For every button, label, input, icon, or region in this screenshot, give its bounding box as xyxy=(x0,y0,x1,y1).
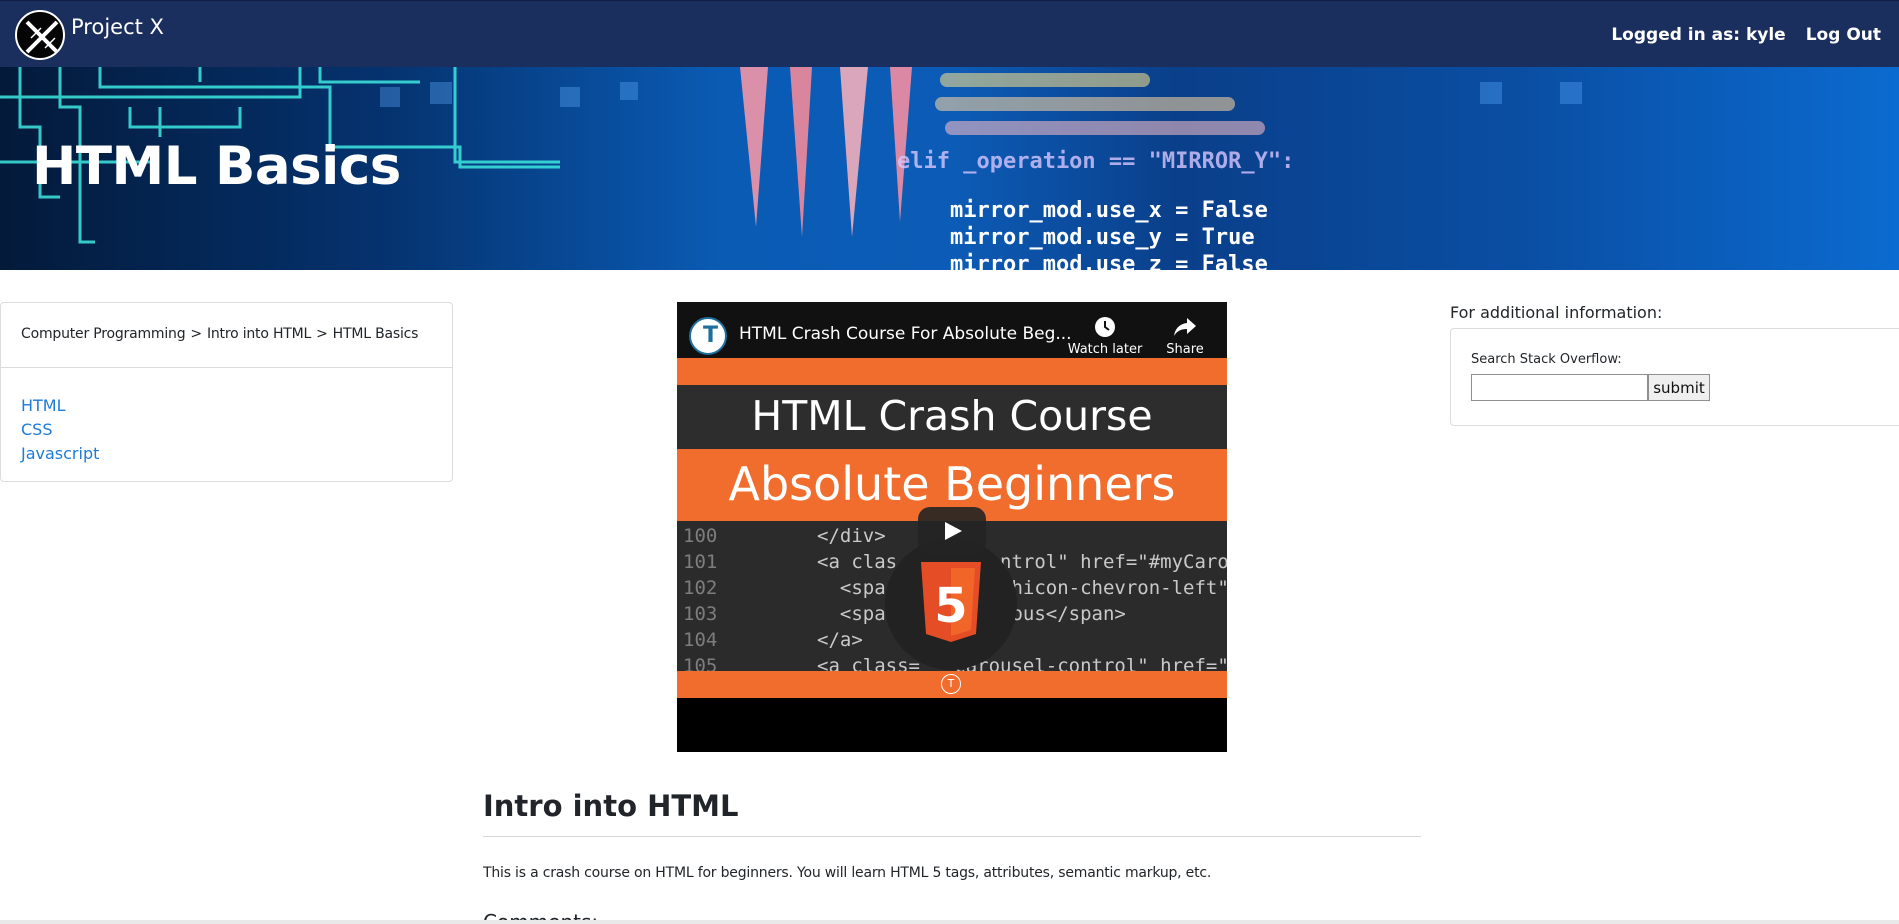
clock-icon xyxy=(1095,317,1115,337)
watch-later-button[interactable]: Watch later xyxy=(1065,316,1145,357)
additional-info-label: For additional information: xyxy=(1450,303,1663,322)
video-player[interactable]: T HTML Crash Course For Absolute Beg... … xyxy=(677,302,1227,752)
thumbnail-band xyxy=(677,358,1227,385)
hero-code-line-3: mirror_mod.use_y = True xyxy=(950,225,1255,250)
stack-overflow-search-input[interactable] xyxy=(1471,374,1648,401)
html5-label: 5 xyxy=(934,578,967,634)
hero-code-line-4: mirror_mod.use_z = False xyxy=(950,252,1268,270)
thumbnail-title-line-2: Absolute Beginners xyxy=(728,457,1176,511)
hero-banner: elif _operation == "MIRROR_Y": mirror_mo… xyxy=(0,67,1899,270)
code-line-numbers: 100 101 102 103 104 105 xyxy=(683,525,718,677)
html5-shield-icon: 5 xyxy=(921,562,981,642)
share-icon xyxy=(1174,318,1196,336)
breadcrumb-item[interactable]: Computer Programming xyxy=(21,326,186,342)
share-label: Share xyxy=(1166,342,1204,357)
section-title: Intro into HTML xyxy=(483,789,739,823)
brand-name[interactable]: Project X xyxy=(71,15,164,39)
topic-link-html[interactable]: HTML xyxy=(21,394,452,418)
lesson-description: This is a crash course on HTML for begin… xyxy=(483,865,1212,881)
breadcrumb-separator: > xyxy=(190,326,202,342)
top-navbar: Project X Logged in as: kyle Log Out xyxy=(0,0,1899,67)
window-bottom-edge xyxy=(0,920,1899,924)
html5-badge: 5 xyxy=(885,538,1017,670)
channel-avatar[interactable]: T xyxy=(689,317,727,355)
topic-links: HTML CSS Javascript xyxy=(1,368,452,466)
thumbnail-title-line-1: HTML Crash Course xyxy=(751,392,1153,440)
logout-link[interactable]: Log Out xyxy=(1806,25,1881,45)
breadcrumb: Computer Programming > Intro into HTML > HTM… xyxy=(1,303,452,368)
submit-button[interactable]: submit xyxy=(1648,374,1710,401)
breadcrumb-separator: > xyxy=(316,326,328,342)
project-x-logo[interactable] xyxy=(15,10,65,60)
search-label: Search Stack Overflow: xyxy=(1471,352,1622,367)
breadcrumb-item[interactable]: Intro into HTML xyxy=(207,326,311,342)
brand[interactable]: Project X xyxy=(15,10,164,60)
hero-code-line-1: elif _operation == "MIRROR_Y": xyxy=(897,149,1294,174)
breadcrumb-item-current: HTML Basics xyxy=(332,326,419,342)
watch-later-label: Watch later xyxy=(1067,342,1143,357)
divider xyxy=(483,836,1421,837)
video-title[interactable]: HTML Crash Course For Absolute Beg... xyxy=(739,324,1072,344)
channel-watermark-icon[interactable]: T xyxy=(941,674,961,694)
play-button[interactable] xyxy=(918,507,986,555)
user-menu: Logged in as: kyle Log Out xyxy=(1611,25,1881,45)
share-button[interactable]: Share xyxy=(1155,316,1215,357)
channel-letter: T xyxy=(703,323,719,348)
topic-link-javascript[interactable]: Javascript xyxy=(21,442,452,466)
logged-in-status: Logged in as: kyle xyxy=(1611,25,1786,45)
search-card: Search Stack Overflow: submit xyxy=(1450,328,1899,426)
hero-code-line-2: mirror_mod.use_x = False xyxy=(950,198,1268,223)
topic-link-css[interactable]: CSS xyxy=(21,418,452,442)
page-title: HTML Basics xyxy=(32,136,401,197)
code-snippet: </div> <a clas sel-control" href="#myCar… xyxy=(817,525,1227,677)
course-nav-card: Computer Programming > Intro into HTML > HTM… xyxy=(0,302,453,482)
